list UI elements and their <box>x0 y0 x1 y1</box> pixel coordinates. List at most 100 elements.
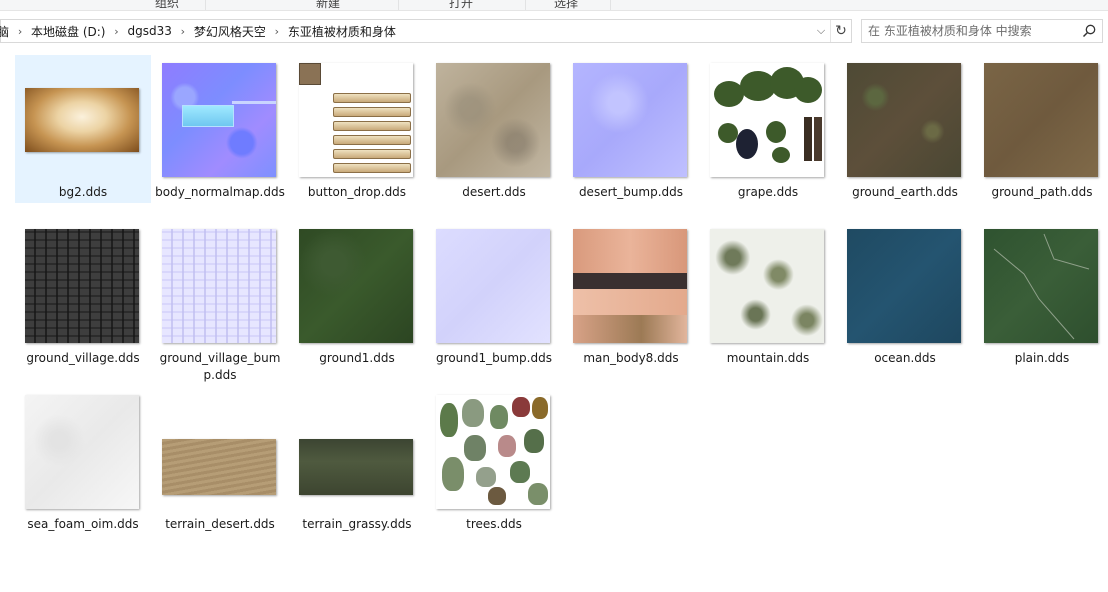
texture-thumbnail <box>573 229 687 343</box>
file-name: desert_bump.dds <box>578 185 684 199</box>
ribbon-group-new: 新建 <box>206 0 399 10</box>
ribbon-group-organize: 组织 <box>0 0 206 10</box>
ribbon-group-labels: 组织 新建 打开 选择 <box>0 0 1108 11</box>
file-item-ocean[interactable]: ocean.dds <box>837 221 973 369</box>
breadcrumb-label: 脑 <box>0 24 10 39</box>
file-item-button-drop[interactable]: button_drop.dds <box>289 55 425 203</box>
file-name: man_body8.dds <box>583 351 679 365</box>
breadcrumb-separator-icon[interactable]: › <box>176 25 190 38</box>
file-name: desert.dds <box>462 185 526 199</box>
file-name: trees.dds <box>466 517 522 531</box>
texture-thumbnail <box>162 63 276 177</box>
breadcrumb-label: 东亚植被材质和身体 <box>287 24 396 39</box>
thumbnail <box>24 62 140 178</box>
breadcrumb-label: 梦幻风格天空 <box>193 24 266 39</box>
file-name: ground_village.dds <box>26 351 140 365</box>
file-item-ground-path[interactable]: ground_path.dds <box>974 55 1108 203</box>
thumbnail <box>298 228 414 344</box>
file-name: bg2.dds <box>58 185 108 199</box>
file-name: ocean.dds <box>874 351 936 365</box>
texture-thumbnail <box>162 439 276 495</box>
breadcrumb-item-sky[interactable]: 梦幻风格天空 <box>190 20 270 42</box>
file-name: sea_foam_oim.dds <box>27 517 139 531</box>
ribbon-label-open: 打开 <box>449 0 474 10</box>
address-bar[interactable]: 脑 › 本地磁盘 (D:) › dgsd33 › 梦幻风格天空 › 东亚植被材质… <box>0 19 852 43</box>
ribbon-label-new: 新建 <box>316 0 341 10</box>
thumbnail <box>24 394 140 510</box>
chevron-down-icon[interactable]: ⌵ <box>813 20 829 42</box>
breadcrumb-item-this-pc[interactable]: 脑 <box>0 20 13 42</box>
texture-thumbnail <box>299 63 413 177</box>
thumbnail <box>983 228 1099 344</box>
texture-thumbnail <box>436 63 550 177</box>
refresh-icon[interactable]: ↻ <box>830 20 851 42</box>
texture-thumbnail <box>25 88 139 152</box>
file-item-man-body8[interactable]: man_body8.dds <box>563 221 699 369</box>
texture-thumbnail <box>436 395 550 509</box>
file-item-ground-village-bump[interactable]: ground_village_bump.dds <box>152 221 288 382</box>
file-item-trees[interactable]: trees.dds <box>426 387 562 535</box>
texture-thumbnail <box>25 395 139 509</box>
file-name: terrain_grassy.dds <box>302 517 412 531</box>
search-icon[interactable] <box>1082 24 1096 38</box>
texture-thumbnail <box>299 439 413 495</box>
breadcrumb-label: 本地磁盘 (D:) <box>31 24 106 39</box>
file-name: mountain.dds <box>726 351 810 365</box>
file-item-bg2[interactable]: bg2.dds <box>15 55 151 203</box>
ribbon-group-select: 选择 <box>526 0 611 10</box>
texture-thumbnail <box>984 63 1098 177</box>
breadcrumb-separator-icon[interactable]: › <box>109 25 123 38</box>
file-item-grape[interactable]: grape.dds <box>700 55 836 203</box>
thumbnail <box>572 228 688 344</box>
texture-thumbnail <box>847 229 961 343</box>
texture-thumbnail <box>436 229 550 343</box>
thumbnail <box>709 62 825 178</box>
file-item-ground1-bump[interactable]: ground1_bump.dds <box>426 221 562 369</box>
file-item-ground1[interactable]: ground1.dds <box>289 221 425 369</box>
texture-thumbnail <box>984 229 1098 343</box>
ribbon-label-organize: 组织 <box>155 0 180 10</box>
thumbnail <box>161 394 277 510</box>
search-input[interactable] <box>868 22 1073 40</box>
texture-thumbnail <box>710 229 824 343</box>
file-name: grape.dds <box>737 185 799 199</box>
texture-thumbnail <box>25 229 139 343</box>
file-item-mountain[interactable]: mountain.dds <box>700 221 836 369</box>
navigation-row: 脑 › 本地磁盘 (D:) › dgsd33 › 梦幻风格天空 › 东亚植被材质… <box>0 16 1108 46</box>
thumbnail <box>435 394 551 510</box>
file-item-desert-bump[interactable]: desert_bump.dds <box>563 55 699 203</box>
ribbon-group-open: 打开 <box>399 0 526 10</box>
breadcrumb-separator-icon[interactable]: › <box>13 25 27 38</box>
thumbnail <box>435 62 551 178</box>
breadcrumb-item-dgsd33[interactable]: dgsd33 <box>123 20 175 42</box>
file-name: ground1.dds <box>319 351 395 365</box>
texture-thumbnail <box>710 63 824 177</box>
ribbon-label-select: 选择 <box>554 0 579 10</box>
file-item-plain[interactable]: plain.dds <box>974 221 1108 369</box>
file-name: body_normalmap.dds <box>155 185 285 199</box>
file-item-sea-foam-oim[interactable]: sea_foam_oim.dds <box>15 387 151 535</box>
file-name: ground_earth.dds <box>852 185 958 199</box>
texture-thumbnail <box>299 229 413 343</box>
file-item-ground-earth[interactable]: ground_earth.dds <box>837 55 973 203</box>
breadcrumb-item-drive-d[interactable]: 本地磁盘 (D:) <box>27 20 109 42</box>
file-item-terrain-grassy[interactable]: terrain_grassy.dds <box>289 387 425 535</box>
thumbnail <box>572 62 688 178</box>
file-item-ground-village[interactable]: ground_village.dds <box>15 221 151 369</box>
file-item-desert[interactable]: desert.dds <box>426 55 562 203</box>
search-box[interactable] <box>861 19 1103 43</box>
thumbnail <box>161 228 277 344</box>
file-item-terrain-desert[interactable]: terrain_desert.dds <box>152 387 288 535</box>
thumbnail <box>298 62 414 178</box>
file-name: ground_village_bump.dds <box>159 351 281 382</box>
file-item-body-normalmap[interactable]: body_normalmap.dds <box>152 55 288 203</box>
file-name: plain.dds <box>1014 351 1070 365</box>
thumbnail <box>298 394 414 510</box>
file-name: ground_path.dds <box>991 185 1093 199</box>
breadcrumb-item-current-folder[interactable]: 东亚植被材质和身体 <box>284 20 400 42</box>
breadcrumb-separator-icon[interactable]: › <box>270 25 284 38</box>
thumbnail <box>435 228 551 344</box>
file-name: ground1_bump.dds <box>436 351 552 365</box>
thumbnail <box>161 62 277 178</box>
thumbnail <box>983 62 1099 178</box>
